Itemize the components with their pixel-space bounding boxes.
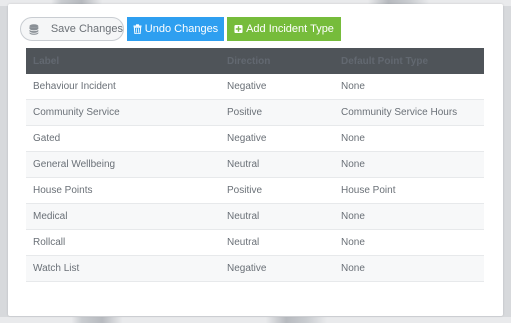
cell-label: Medical (33, 211, 68, 222)
undo-changes-button[interactable]: Undo Changes (127, 17, 224, 41)
add-incident-type-label: Add Incident Type (246, 23, 334, 35)
database-icon (29, 23, 39, 35)
cell-point-type: None (341, 263, 365, 274)
table-row[interactable]: Behaviour Incident Negative None (26, 74, 484, 100)
cell-point-type: None (341, 211, 365, 222)
cell-point-type: None (341, 81, 365, 92)
table-row[interactable]: Rollcall Neutral None (26, 230, 484, 256)
plus-square-icon (234, 24, 243, 34)
cell-label: House Points (33, 185, 93, 196)
background-strip-bottom (0, 317, 511, 323)
cell-direction: Neutral (227, 211, 260, 222)
incident-types-table: Label Direction Default Point Type Behav… (26, 48, 484, 282)
cell-direction: Neutral (227, 237, 260, 248)
toolbar: Save Changes Undo Changes Add Incident T… (20, 17, 341, 41)
cell-direction: Positive (227, 107, 263, 118)
cell-label: Watch List (33, 263, 80, 274)
trash-icon (133, 24, 142, 34)
table-row[interactable]: Watch List Negative None (26, 256, 484, 282)
undo-changes-label: Undo Changes (144, 23, 219, 35)
save-changes-button[interactable]: Save Changes (20, 17, 124, 41)
cell-direction: Negative (227, 133, 267, 144)
table-row[interactable]: Community Service Positive Community Ser… (26, 100, 484, 126)
column-header-label[interactable]: Label (26, 56, 223, 67)
cell-point-type: House Point (341, 185, 396, 196)
table-row[interactable]: House Points Positive House Point (26, 178, 484, 204)
cell-label: General Wellbeing (33, 159, 116, 170)
cell-point-type: None (341, 133, 365, 144)
cell-label: Rollcall (33, 237, 66, 248)
cell-label: Behaviour Incident (33, 81, 116, 92)
cell-point-type: None (341, 159, 365, 170)
cell-direction: Negative (227, 81, 267, 92)
column-header-direction[interactable]: Direction (223, 56, 337, 67)
cell-direction: Negative (227, 263, 267, 274)
table-header: Label Direction Default Point Type (26, 48, 484, 74)
cell-direction: Positive (227, 185, 263, 196)
incident-types-panel: Save Changes Undo Changes Add Incident T… (8, 4, 503, 316)
add-incident-type-button[interactable]: Add Incident Type (227, 17, 341, 41)
save-changes-label: Save Changes (50, 23, 123, 35)
table-row[interactable]: General Wellbeing Neutral None (26, 152, 484, 178)
cell-label: Gated (33, 133, 61, 144)
column-header-default-point-type[interactable]: Default Point Type (337, 56, 484, 67)
cell-direction: Neutral (227, 159, 260, 170)
table-row[interactable]: Gated Negative None (26, 126, 484, 152)
table-row[interactable]: Medical Neutral None (26, 204, 484, 230)
table-body: Behaviour Incident Negative None Communi… (26, 74, 484, 282)
cell-point-type: None (341, 237, 365, 248)
cell-point-type: Community Service Hours (341, 107, 458, 118)
cell-label: Community Service (33, 107, 120, 118)
